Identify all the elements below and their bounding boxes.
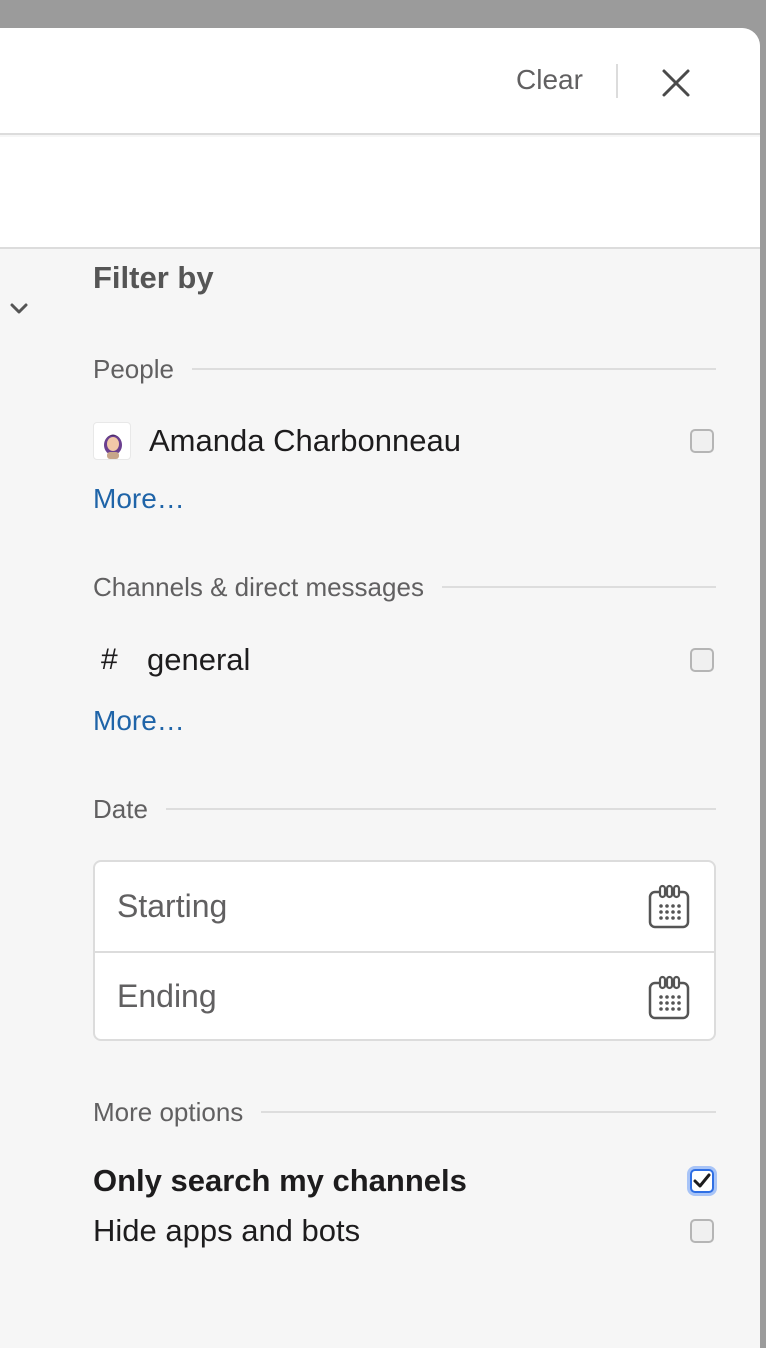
close-button[interactable] xyxy=(655,64,697,106)
chevron-down-icon[interactable] xyxy=(8,298,30,320)
header-divider xyxy=(616,64,618,98)
people-more-link[interactable]: More… xyxy=(93,483,185,515)
ending-placeholder: Ending xyxy=(117,978,217,1014)
clear-button[interactable]: Clear xyxy=(516,64,583,96)
hide-apps-bots-label: Hide apps and bots xyxy=(93,1213,361,1248)
panel-header: Clear xyxy=(0,28,760,135)
channel-name: general xyxy=(147,642,251,677)
person-checkbox[interactable] xyxy=(690,429,714,453)
channel-row[interactable]: # general xyxy=(93,638,716,682)
channels-heading-label: Channels & direct messages xyxy=(93,571,424,602)
search-filter-panel: Clear xyxy=(0,28,760,1348)
starting-placeholder: Starting xyxy=(117,888,228,924)
more-options-heading-label: More options xyxy=(93,1096,244,1127)
channels-more-link[interactable]: More… xyxy=(93,705,185,737)
channel-checkbox[interactable] xyxy=(690,648,714,672)
people-heading-label: People xyxy=(93,353,174,384)
channels-section-heading: Channels & direct messages xyxy=(93,569,716,605)
person-name: Amanda Charbonneau xyxy=(149,423,461,458)
only-my-channels-row[interactable]: Only search my channels xyxy=(93,1161,716,1201)
person-row[interactable]: Amanda Charbonneau xyxy=(93,419,716,463)
only-my-channels-label: Only search my channels xyxy=(93,1163,467,1198)
hide-apps-bots-checkbox[interactable] xyxy=(690,1219,714,1243)
avatar xyxy=(93,422,131,460)
date-range-box: Starting Ending xyxy=(93,860,716,1041)
close-icon xyxy=(662,69,690,97)
hash-icon: # xyxy=(101,643,118,676)
filter-title: Filter by xyxy=(93,260,214,295)
hide-apps-bots-row[interactable]: Hide apps and bots xyxy=(93,1211,716,1251)
more-options-section-heading: More options xyxy=(93,1094,716,1130)
section-divider xyxy=(261,1111,716,1113)
date-heading-label: Date xyxy=(93,793,148,824)
people-section-heading: People xyxy=(93,351,716,387)
section-divider xyxy=(191,368,716,370)
calendar-icon[interactable] xyxy=(648,975,690,1021)
section-divider xyxy=(165,808,716,810)
only-my-channels-checkbox[interactable] xyxy=(690,1169,714,1193)
date-section-heading: Date xyxy=(93,791,716,827)
section-divider xyxy=(441,586,716,588)
starting-date-field[interactable]: Starting xyxy=(95,862,714,951)
search-area[interactable] xyxy=(0,137,760,249)
ending-date-field[interactable]: Ending xyxy=(95,951,714,1039)
check-icon xyxy=(693,1173,711,1188)
calendar-icon[interactable] xyxy=(648,884,690,930)
